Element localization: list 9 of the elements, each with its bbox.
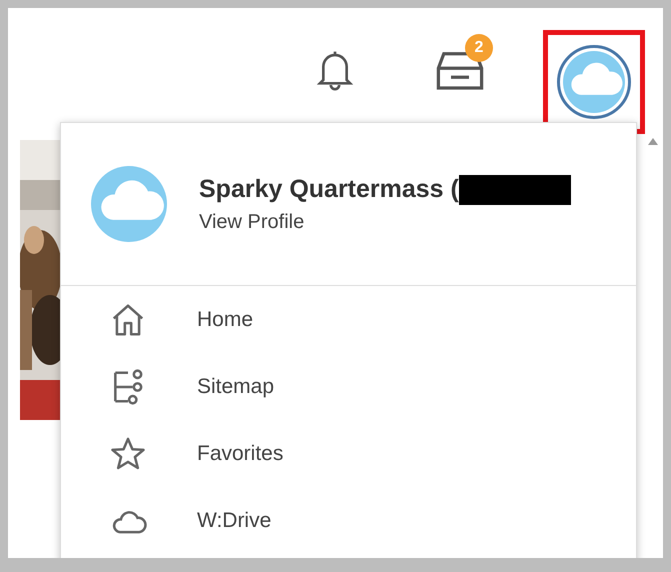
scroll-up-icon[interactable] xyxy=(647,136,659,146)
user-name: Sparky Quartermass ( xyxy=(199,175,459,204)
menu-item[interactable]: Home xyxy=(197,308,254,332)
avatar-icon xyxy=(91,166,167,242)
menu-item[interactable]: Favorites xyxy=(197,442,284,466)
view-profile-link[interactable]: View Profile xyxy=(199,210,304,234)
menu-item[interactable]: W:Drive xyxy=(197,509,272,533)
menu-item[interactable]: Sitemap xyxy=(197,375,274,399)
notification-badge: 2 xyxy=(465,34,493,62)
